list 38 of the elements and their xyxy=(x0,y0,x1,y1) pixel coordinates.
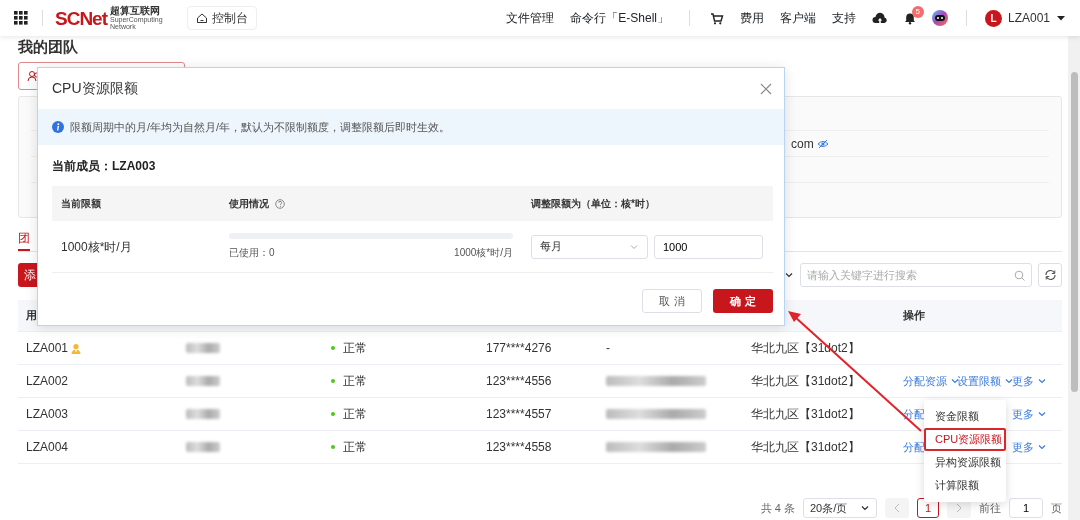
table-cell-text: LZA004 xyxy=(26,439,69,456)
page-suffix: 页 xyxy=(1051,500,1062,516)
period-value: 每月 xyxy=(540,239,562,255)
member-label: 当前成员：LZA003 xyxy=(52,158,157,175)
page-title: 我的团队 xyxy=(18,38,79,56)
table-cell-text: 正常 xyxy=(343,406,367,423)
table-cell-text: LZA001 xyxy=(26,340,69,357)
column-header: 用 xyxy=(25,308,38,324)
modal-title: CPU资源限额 xyxy=(52,79,138,98)
column-header: 当前限额 xyxy=(60,197,102,211)
table-cell-text: 123****4557 xyxy=(485,406,553,423)
usage-total: 1000核*时/月 xyxy=(454,246,513,260)
page-size-value: 20条/页 xyxy=(810,500,848,516)
notice-text: 限额周期中的月/年均为自然月/年，默认为不限制额度，调整限额后即时生效。 xyxy=(70,119,451,135)
total-count: 共 4 条 xyxy=(760,500,795,516)
user-avatar: L xyxy=(984,9,1002,27)
column-header: 操作 xyxy=(902,308,926,324)
table-cell-text: 正常 xyxy=(343,340,367,357)
column-header: 使用情况 xyxy=(229,197,269,211)
table-cell-text: LZA003 xyxy=(26,406,69,423)
table-cell-text: 177****4276 xyxy=(485,340,553,357)
notification-badge: 5 xyxy=(911,5,924,18)
info-value: com xyxy=(791,135,814,153)
usage-used: 已使用：0 xyxy=(229,246,275,260)
table-cell-text: 华北九区【31dot2】 xyxy=(750,439,861,456)
column-header: 调整限额为（单位：核*时） xyxy=(530,197,656,211)
table-cell-text: 正常 xyxy=(343,373,367,390)
table-cell-text: 123****4556 xyxy=(485,373,553,390)
table-cell-text: - xyxy=(605,340,611,357)
logo-subtitle: 超算互联网 xyxy=(110,6,161,16)
table-cell-text: 1000核*时/月 xyxy=(60,238,133,256)
goto-label: 前往 xyxy=(979,500,1001,516)
table-cell-text: 123****4558 xyxy=(485,439,553,456)
table-cell-text: 华北九区【31dot2】 xyxy=(750,373,861,390)
table-cell-text: 华北九区【31dot2】 xyxy=(750,406,861,423)
table-cell-text: LZA002 xyxy=(26,373,69,390)
table-cell-text: 正常 xyxy=(343,439,367,456)
logo-wordmark: SCNet xyxy=(55,8,107,28)
